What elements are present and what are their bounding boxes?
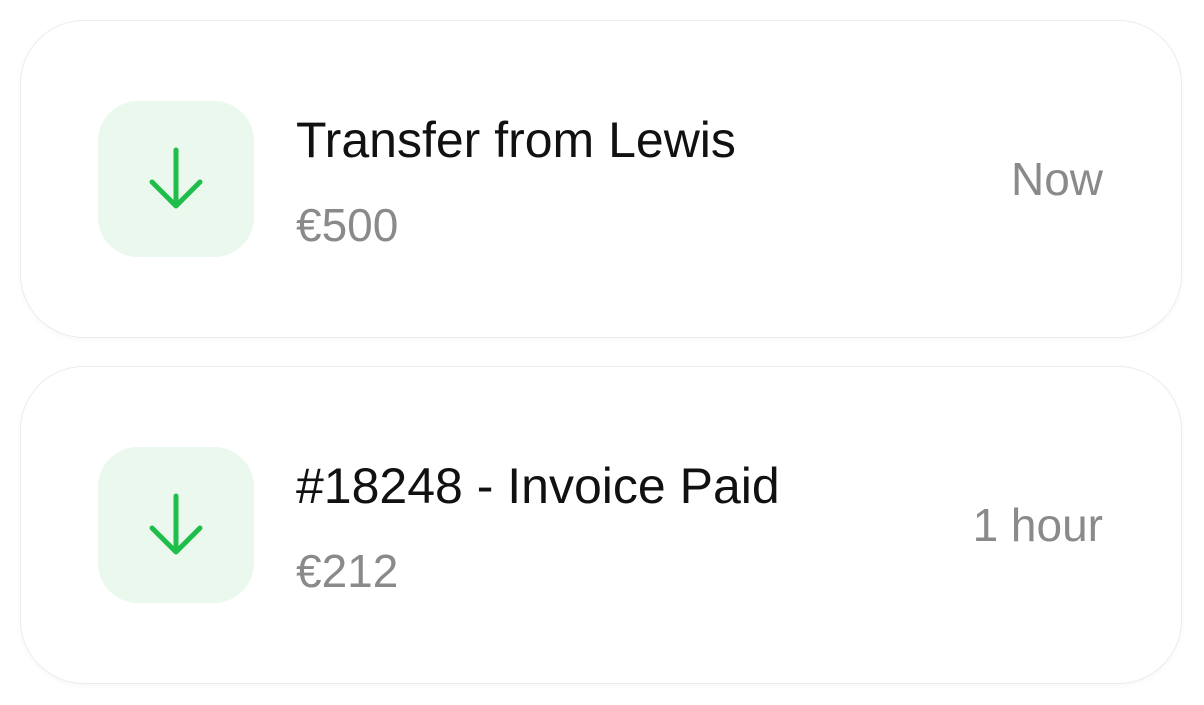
incoming-icon-container <box>98 447 254 603</box>
arrow-down-icon <box>149 493 203 555</box>
notification-card[interactable]: Transfer from Lewis €500 Now <box>20 20 1182 338</box>
notification-amount: €212 <box>296 545 399 597</box>
notification-card[interactable]: #18248 - Invoice Paid €212 1 hour <box>20 366 1182 684</box>
notification-time: 1 hour <box>972 499 1103 551</box>
incoming-icon-container <box>98 101 254 257</box>
arrow-down-icon <box>149 147 203 209</box>
notification-title: #18248 - Invoice Paid <box>296 458 780 514</box>
notification-list: Transfer from Lewis €500 Now #18248 - In… <box>0 0 1204 705</box>
notification-title: Transfer from Lewis <box>296 112 736 168</box>
notification-amount: €500 <box>296 199 399 251</box>
notification-time: Now <box>1010 153 1103 205</box>
